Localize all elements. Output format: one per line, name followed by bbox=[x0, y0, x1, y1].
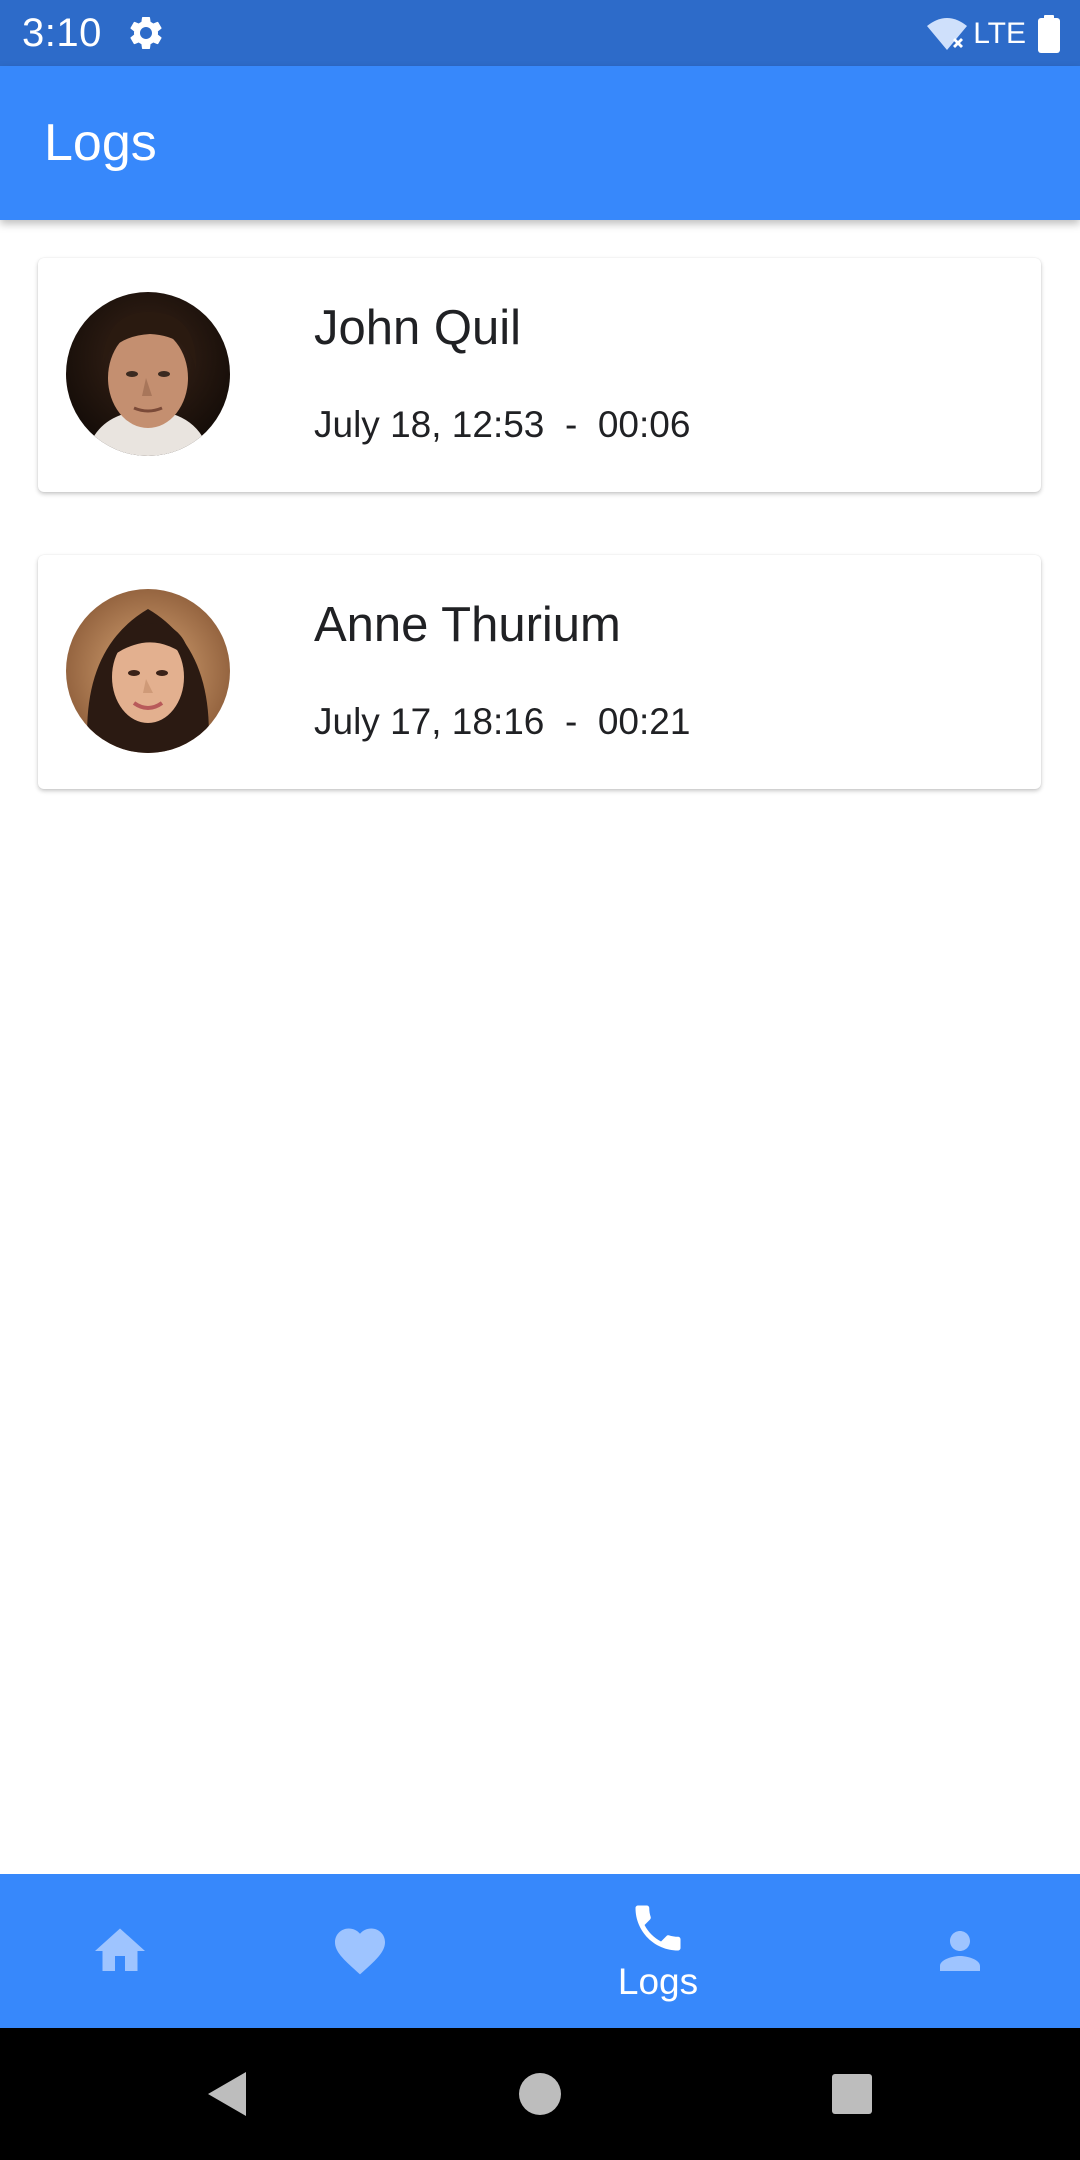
battery-full-icon bbox=[1038, 15, 1060, 53]
gear-icon bbox=[126, 13, 166, 53]
status-indicators: LTE bbox=[925, 10, 1060, 58]
page-title: Logs bbox=[44, 114, 157, 172]
screen: 3:10 LTE Logs John Quil July 18, 12:53 -… bbox=[0, 0, 1080, 2160]
nav-home[interactable] bbox=[20, 1874, 220, 2028]
avatar bbox=[66, 589, 230, 753]
call-log-item[interactable]: Anne Thurium July 17, 18:16 - 00:21 bbox=[38, 555, 1041, 789]
app-bar: Logs bbox=[0, 66, 1080, 220]
nav-logs-label: Logs bbox=[617, 1961, 699, 2002]
avatar bbox=[66, 292, 230, 456]
call-log-item[interactable]: John Quil July 18, 12:53 - 00:06 bbox=[38, 258, 1041, 492]
status-bar: 3:10 LTE bbox=[0, 0, 1080, 66]
contact-name: John Quil bbox=[314, 301, 522, 355]
contact-name: Anne Thurium bbox=[314, 598, 621, 652]
wifi-off-icon bbox=[925, 16, 969, 52]
nav-profile[interactable] bbox=[860, 1874, 1060, 2028]
system-navigation-bar bbox=[0, 2028, 1080, 2160]
nav-favorites[interactable] bbox=[260, 1874, 460, 2028]
recents-square-icon[interactable] bbox=[824, 2066, 880, 2122]
person-icon bbox=[940, 1931, 980, 1971]
status-time: 3:10 bbox=[22, 11, 102, 55]
home-icon bbox=[95, 1928, 145, 1971]
nav-logs[interactable]: Logs bbox=[558, 1874, 758, 2028]
back-triangle-icon[interactable] bbox=[200, 2066, 256, 2122]
call-details: July 18, 12:53 - 00:06 bbox=[314, 404, 691, 445]
heart-icon bbox=[335, 1928, 385, 1975]
phone-icon bbox=[635, 1905, 681, 1951]
bottom-navigation: Logs bbox=[0, 1874, 1080, 2028]
call-log-list: John Quil July 18, 12:53 - 00:06 Anne Th… bbox=[38, 258, 1041, 852]
home-circle-icon[interactable] bbox=[512, 2066, 568, 2122]
network-type: LTE bbox=[973, 17, 1026, 50]
call-details: July 17, 18:16 - 00:21 bbox=[314, 701, 691, 742]
